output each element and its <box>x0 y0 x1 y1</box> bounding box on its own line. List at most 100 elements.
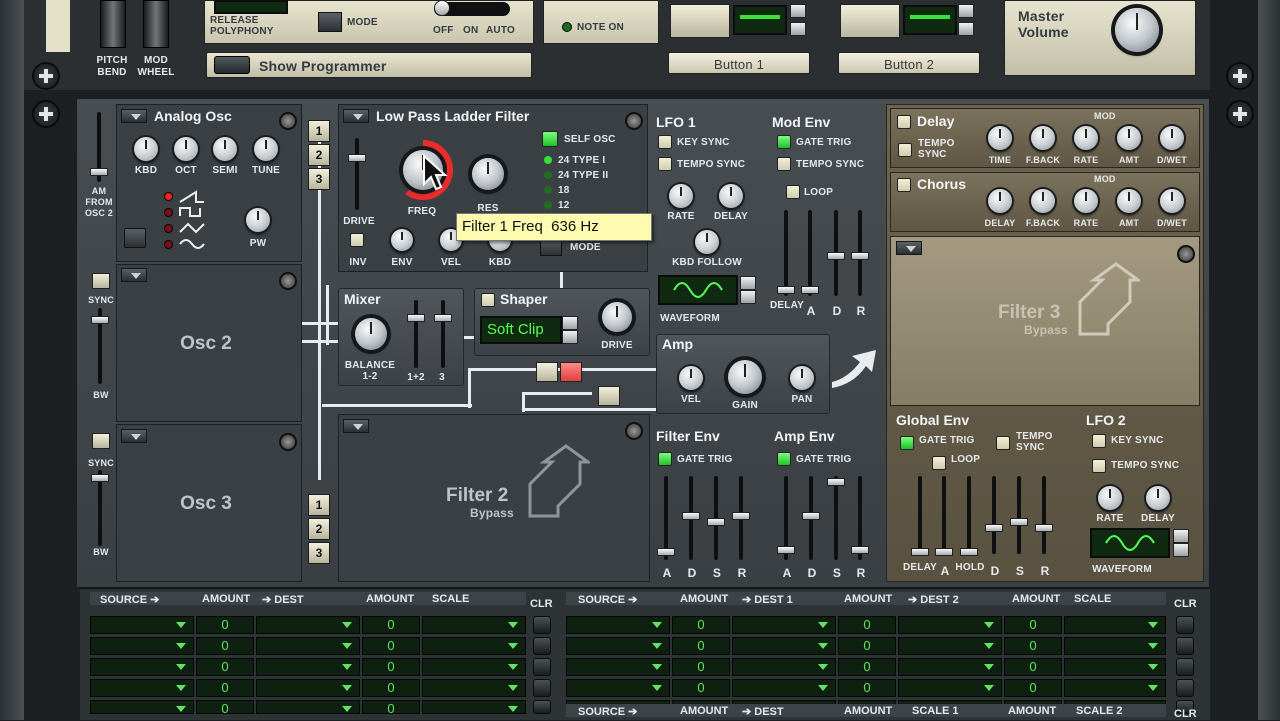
mod-bus-right-amount3-cell[interactable]: 0 <box>1004 637 1062 655</box>
route-2-top[interactable]: 2 <box>308 144 330 166</box>
mod-bus-left-clear-button[interactable] <box>533 700 551 714</box>
lfo1-tempo-sync-toggle[interactable] <box>658 157 672 171</box>
mod-bus-right-amount3-cell[interactable]: 0 <box>1004 658 1062 676</box>
mod-env-gate-trig-toggle[interactable] <box>777 135 791 149</box>
pitch-bend-wheel[interactable] <box>100 0 126 48</box>
osc1-tune-knob[interactable] <box>254 137 278 161</box>
osc1-pw-knob[interactable] <box>246 208 270 232</box>
global-env-gate-trig-toggle[interactable] <box>900 436 914 450</box>
mod-env-delay-fader[interactable] <box>777 210 795 296</box>
rotary-button-1[interactable] <box>670 4 730 38</box>
filter-env-d-fader[interactable] <box>682 476 700 560</box>
osc1-type-dropdown[interactable] <box>121 109 147 123</box>
chorus-delay-knob[interactable] <box>988 189 1012 213</box>
mod-bus-left-clear-button[interactable] <box>533 616 551 634</box>
lfo1-key-sync-toggle[interactable] <box>658 135 672 149</box>
global-env-d-fader[interactable] <box>985 476 1003 554</box>
mod-bus-left-amount1-cell[interactable]: 0 <box>196 616 254 634</box>
mod-bus-left-amount2-cell[interactable]: 0 <box>362 658 420 676</box>
lfo1-waveform-down[interactable] <box>740 290 756 304</box>
global-env-hold-cap[interactable] <box>960 548 978 556</box>
mixer-12-cap[interactable] <box>407 314 425 322</box>
mod-bus-right-amount3-cell[interactable]: 0 <box>1004 679 1062 697</box>
chorus-rate-knob[interactable] <box>1074 189 1098 213</box>
filter1-gear-icon[interactable] <box>625 112 643 130</box>
lfo2-waveform-up[interactable] <box>1173 529 1189 543</box>
global-env-loop-toggle[interactable] <box>932 456 946 470</box>
shaper-mode-up[interactable] <box>562 316 578 330</box>
osc3-sync-button[interactable] <box>92 433 110 449</box>
mod-bus-left-amount1-cell[interactable]: 0 <box>196 679 254 697</box>
lfo1-kbd-follow-knob[interactable] <box>695 230 719 254</box>
mod-env-tempo-sync-toggle[interactable] <box>777 157 791 171</box>
filter3-gear-icon[interactable] <box>1177 245 1195 263</box>
global-env-r-cap[interactable] <box>1035 524 1053 532</box>
route-left-button[interactable] <box>536 362 558 382</box>
global-env-a-fader[interactable] <box>935 476 953 556</box>
polyphony-display[interactable] <box>214 0 288 14</box>
mod-bus-right-amount2-cell[interactable]: 0 <box>838 658 896 676</box>
mod-bus-right-amount1-cell[interactable]: 0 <box>672 658 730 676</box>
mod-env-a-cap[interactable] <box>801 286 819 294</box>
button-1-down[interactable] <box>790 22 806 36</box>
lfo1-rate-knob[interactable] <box>669 184 693 208</box>
global-env-hold-fader[interactable] <box>960 476 978 556</box>
filter1-res-knob[interactable] <box>472 158 504 190</box>
osc2-bw-cap[interactable] <box>91 316 109 324</box>
mod-bus-right-clear-button[interactable] <box>1176 679 1194 697</box>
mod-bus-left-amount2-cell[interactable]: 0 <box>362 679 420 697</box>
global-env-delay-cap[interactable] <box>911 548 929 556</box>
am-fader[interactable] <box>90 112 108 182</box>
osc3-gear-icon[interactable] <box>279 433 297 451</box>
amp-env-r-fader[interactable] <box>851 476 869 560</box>
master-volume-knob[interactable] <box>1115 8 1159 52</box>
mod-bus-left-clear-button[interactable] <box>533 637 551 655</box>
filter-env-d-cap[interactable] <box>682 512 700 520</box>
amp-env-a-fader[interactable] <box>777 476 795 560</box>
osc1-waveform-button[interactable] <box>124 228 146 248</box>
am-fader-cap[interactable] <box>90 168 108 176</box>
osc2-sync-button[interactable] <box>92 273 110 289</box>
filter3-dropdown[interactable] <box>896 241 922 255</box>
mod-bus-right-amount1-cell[interactable]: 0 <box>672 616 730 634</box>
route-1-top[interactable]: 1 <box>308 120 330 142</box>
filter-env-r-fader[interactable] <box>732 476 750 560</box>
global-env-s-cap[interactable] <box>1010 518 1028 526</box>
mode-button[interactable] <box>318 12 342 32</box>
lfo2-delay-knob[interactable] <box>1146 486 1170 510</box>
shaper-toggle[interactable] <box>481 293 495 307</box>
mod-bus-right-amount1-cell[interactable]: 0 <box>672 679 730 697</box>
delay-rate-knob[interactable] <box>1074 126 1098 150</box>
amp-env-s-cap[interactable] <box>827 478 845 486</box>
portamento-switch-handle[interactable] <box>434 0 450 16</box>
osc3-bw-cap[interactable] <box>91 474 109 482</box>
amp-vel-knob[interactable] <box>679 366 703 390</box>
osc3-dropdown[interactable] <box>121 429 147 443</box>
rotary-button-2[interactable] <box>840 4 900 38</box>
delay-time-knob[interactable] <box>988 126 1012 150</box>
chorus-fx-toggle[interactable] <box>897 178 911 192</box>
osc2-bw-fader[interactable] <box>91 308 109 384</box>
route-right-button-active[interactable] <box>560 362 582 382</box>
osc1-gear-icon[interactable] <box>279 112 297 130</box>
mod-wheel[interactable] <box>143 0 169 48</box>
global-env-delay-fader[interactable] <box>911 476 929 556</box>
route-1-bottom[interactable]: 1 <box>308 494 330 516</box>
route-2-bottom[interactable]: 2 <box>308 518 330 540</box>
mod-bus-left-clear-button[interactable] <box>533 679 551 697</box>
amp-env-r-cap[interactable] <box>851 546 869 554</box>
chorus-dwet-knob[interactable] <box>1160 189 1184 213</box>
osc2-gear-icon[interactable] <box>279 272 297 290</box>
mod-env-d-cap[interactable] <box>827 252 845 260</box>
osc3-bw-fader[interactable] <box>91 470 109 546</box>
mod-bus-right-clear-button[interactable] <box>1176 658 1194 676</box>
mod-bus-right-amount2-cell[interactable]: 0 <box>838 637 896 655</box>
lfo1-waveform-up[interactable] <box>740 276 756 290</box>
mod-bus-left-amount2-cell[interactable]: 0 <box>362 637 420 655</box>
osc1-kbd-knob[interactable] <box>134 137 158 161</box>
global-env-a-cap[interactable] <box>935 548 953 556</box>
osc2-dropdown[interactable] <box>121 268 147 282</box>
shaper-mode-down[interactable] <box>562 330 578 344</box>
route-3-top[interactable]: 3 <box>308 168 330 190</box>
delay-dwet-knob[interactable] <box>1160 126 1184 150</box>
